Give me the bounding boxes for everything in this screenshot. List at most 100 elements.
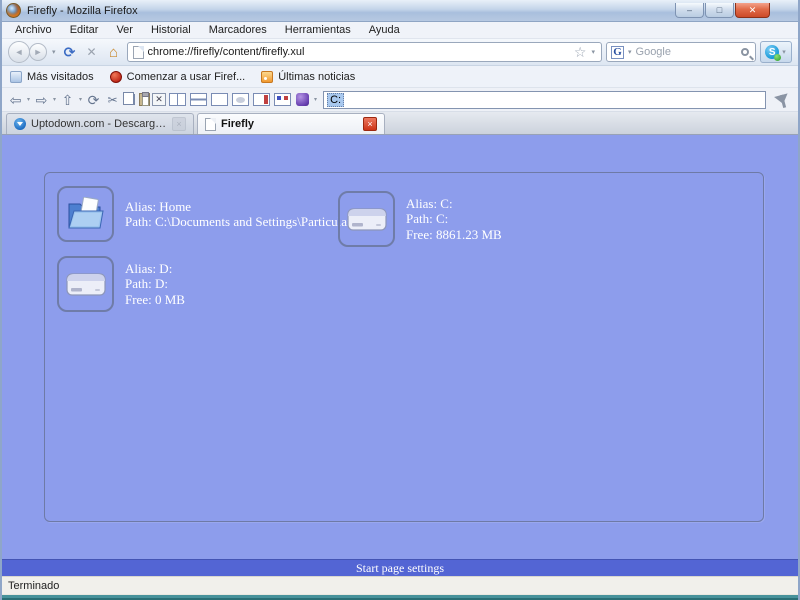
entry-drive-c[interactable]: Alias: C: Path: C: Free: 8861.23 MB (338, 191, 502, 247)
search-magnifier-icon[interactable] (741, 48, 749, 56)
menu-historial[interactable]: Historial (142, 23, 200, 37)
drive-icon (346, 208, 387, 231)
entry-free: Free: 0 MB (125, 291, 185, 307)
bookmark-ultimas-noticias[interactable]: Últimas noticias (261, 70, 356, 83)
menu-bar: Archivo Editar Ver Historial Marcadores … (2, 22, 798, 39)
menu-ayuda[interactable]: Ayuda (360, 23, 409, 37)
close-button[interactable]: ✕ (735, 3, 770, 18)
cube-dropdown[interactable]: ▾ (313, 96, 318, 103)
ff-forward-dropdown[interactable]: ▾ (52, 96, 57, 103)
bookmark-label: Más visitados (27, 70, 94, 83)
drive-icon (65, 273, 106, 296)
cut-button[interactable]: ✂ (104, 91, 121, 109)
cube-icon[interactable] (296, 93, 310, 106)
ff-up-button[interactable]: ⇧ (59, 91, 76, 109)
menu-ver[interactable]: Ver (107, 23, 142, 37)
tab-title: Uptodown.com - Descarga de aplicacio... (31, 118, 167, 130)
tab-close-icon[interactable]: × (172, 117, 186, 131)
search-bar: G ▾ (606, 42, 756, 62)
preview-pane-view-icon[interactable] (232, 93, 250, 106)
ff-refresh-button[interactable]: ⟳ (85, 91, 102, 109)
search-input[interactable] (635, 46, 738, 58)
maximize-button[interactable]: □ (705, 3, 734, 18)
entry-alias: Alias: Home (125, 198, 192, 214)
menu-herramientas[interactable]: Herramientas (276, 23, 360, 37)
path-field[interactable]: C: (323, 90, 766, 109)
firefly-toolbar: ⇦ ▾ ⇨ ▾ ⇧ ▾ ⟳ ✂ ✕ ▾ C: (2, 88, 798, 112)
filter-funnel-icon[interactable] (774, 93, 790, 106)
folder-icon (67, 197, 104, 229)
window-title: Firefly - Mozilla Firefox (27, 4, 138, 17)
title-bar: Firefly - Mozilla Firefox – □ ✕ (2, 0, 798, 22)
entry-path: Path: D: (125, 276, 168, 292)
window-controls: – □ ✕ (675, 3, 794, 18)
single-pane-view-icon[interactable] (211, 93, 229, 106)
url-input[interactable] (147, 46, 570, 58)
location-dropdown[interactable]: ▾ (590, 48, 596, 56)
bookmark-comenzar[interactable]: Comenzar a usar Firef... (109, 70, 246, 83)
status-text: Terminado (8, 579, 60, 592)
search-engine-dropdown[interactable]: ▾ (627, 48, 633, 56)
getting-started-icon (109, 70, 122, 83)
delete-button[interactable]: ✕ (152, 93, 167, 106)
tab-bar: Uptodown.com - Descarga de aplicacio... … (2, 112, 798, 135)
grid-view-icon[interactable] (274, 93, 292, 106)
reload-button[interactable]: ⟳ (61, 45, 79, 59)
back-button[interactable]: ◄ (8, 41, 30, 63)
firefox-logo-icon (6, 3, 21, 18)
ff-back-button[interactable]: ⇦ (7, 91, 24, 109)
menu-marcadores[interactable]: Marcadores (200, 23, 276, 37)
menu-editar[interactable]: Editar (61, 23, 108, 37)
skype-icon: S (765, 45, 782, 61)
tab-uptodown[interactable]: Uptodown.com - Descarga de aplicacio... … (6, 113, 194, 134)
browser-window: Firefly - Mozilla Firefox – □ ✕ Archivo … (0, 0, 800, 600)
entry-text: Alias: Home Path: C:\Documents and Setti… (125, 199, 351, 230)
entry-icon-frame[interactable] (57, 186, 114, 242)
tab-firefly[interactable]: Firefly × (197, 113, 385, 134)
entry-path: Path: C: (406, 211, 449, 227)
entry-text: Alias: D: Path: D: Free: 0 MB (125, 261, 185, 308)
entry-home[interactable]: Alias: Home Path: C:\Documents and Setti… (57, 186, 351, 242)
entry-icon-frame[interactable] (57, 256, 114, 312)
entry-text: Alias: C: Path: C: Free: 8861.23 MB (406, 196, 502, 243)
start-page-settings-label: Start page settings (356, 560, 444, 575)
ff-forward-button[interactable]: ⇨ (33, 91, 50, 109)
bookmark-label: Últimas noticias (278, 70, 356, 83)
ff-back-dropdown[interactable]: ▾ (26, 96, 31, 103)
tab-close-icon[interactable]: × (363, 117, 377, 131)
google-engine-icon[interactable]: G (611, 45, 624, 59)
bookmark-mas-visitados[interactable]: Más visitados (10, 70, 94, 83)
start-page-settings-bar[interactable]: Start page settings (2, 559, 798, 576)
page-favicon (132, 45, 144, 59)
forward-icon: ► (33, 47, 43, 57)
window-bottom-border (2, 594, 798, 600)
entry-free: Free: 8861.23 MB (406, 226, 502, 242)
copy-icon[interactable] (123, 92, 136, 105)
split-vertical-view-icon[interactable] (169, 93, 187, 106)
uptodown-favicon (14, 118, 26, 130)
menu-archivo[interactable]: Archivo (6, 23, 61, 37)
ff-up-dropdown[interactable]: ▾ (78, 96, 83, 103)
tab-title: Firefly (221, 118, 255, 130)
location-bar: ☆ ▾ (126, 42, 602, 62)
skype-dropdown[interactable]: ▾ (781, 48, 787, 56)
details-view-icon[interactable] (253, 93, 271, 106)
split-horizontal-view-icon[interactable] (190, 93, 208, 106)
forward-button[interactable]: ► (29, 43, 47, 61)
folder-icon (10, 70, 22, 83)
home-button[interactable]: ⌂ (105, 45, 123, 60)
firefly-favicon (205, 117, 216, 131)
firefly-page: Alias: Home Path: C:\Documents and Setti… (2, 135, 798, 559)
entry-path: Path: C:\Documents and Settings\Particul… (125, 214, 352, 229)
paste-icon[interactable] (139, 92, 151, 106)
entry-alias: Alias: D: (125, 260, 173, 276)
minimize-button[interactable]: – (675, 3, 704, 18)
bookmark-label: Comenzar a usar Firef... (126, 70, 246, 83)
bookmarks-toolbar: Más visitados Comenzar a usar Firef... Ú… (2, 66, 798, 88)
entry-icon-frame[interactable] (338, 191, 395, 247)
history-dropdown[interactable]: ▾ (51, 48, 57, 56)
entry-drive-d[interactable]: Alias: D: Path: D: Free: 0 MB (57, 256, 185, 312)
bookmark-star-icon[interactable]: ☆ (574, 44, 587, 61)
stop-button[interactable]: ✕ (83, 46, 101, 58)
skype-extension-button[interactable]: S ▾ (760, 41, 792, 63)
